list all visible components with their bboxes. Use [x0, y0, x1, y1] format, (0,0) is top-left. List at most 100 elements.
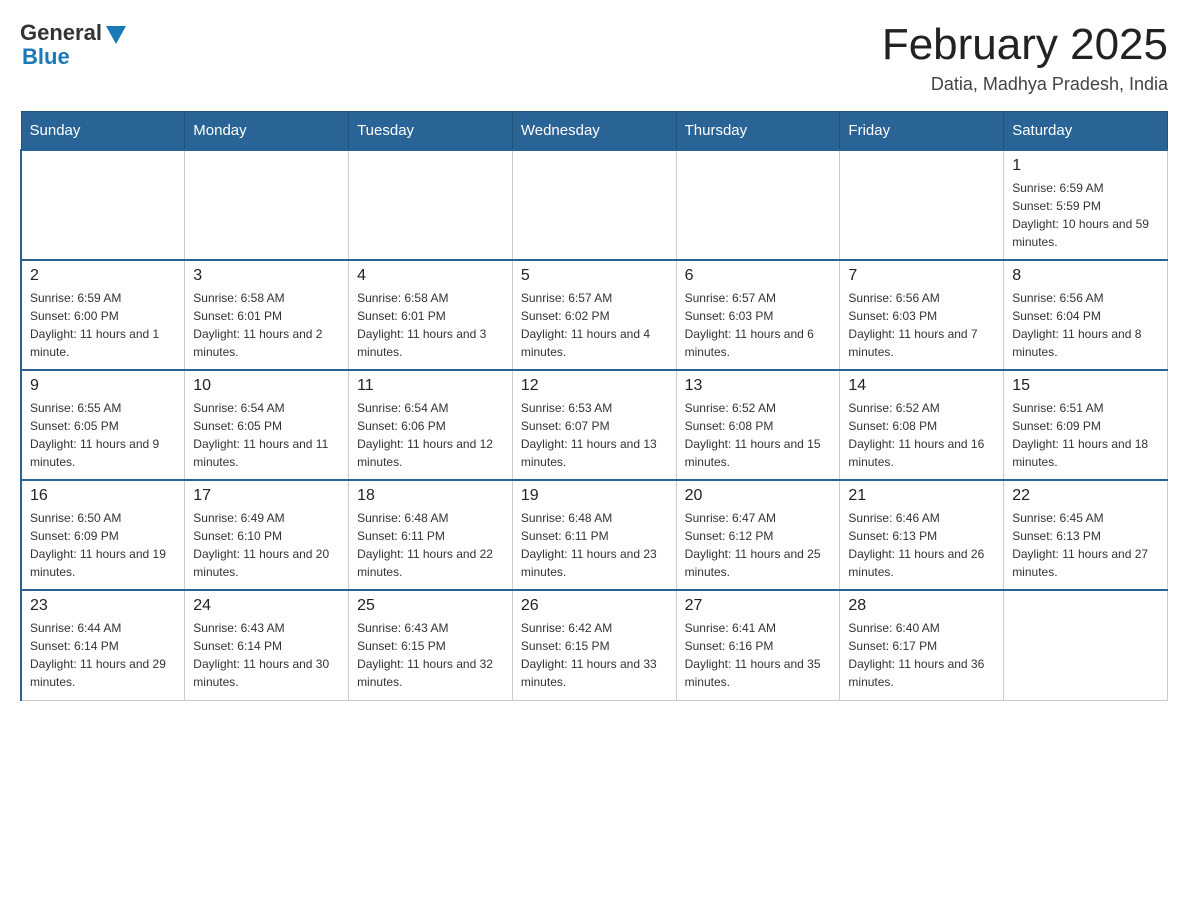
- day-info: Sunrise: 6:58 AMSunset: 6:01 PMDaylight:…: [357, 289, 504, 361]
- month-title: February 2025: [882, 20, 1168, 70]
- day-info: Sunrise: 6:57 AMSunset: 6:02 PMDaylight:…: [521, 289, 668, 361]
- logo-general-text: General: [20, 20, 102, 46]
- calendar-cell: 26Sunrise: 6:42 AMSunset: 6:15 PMDayligh…: [512, 590, 676, 700]
- calendar-cell: [840, 150, 1004, 260]
- weekday-header-friday: Friday: [840, 112, 1004, 151]
- day-number: 18: [357, 487, 504, 505]
- calendar-cell: 14 Sunrise: 6:52 AMSunset: 6:08 PMDayligh…: [840, 370, 1004, 480]
- calendar-cell: 7 Sunrise: 6:56 AMSunset: 6:03 PMDaylight…: [840, 260, 1004, 370]
- calendar-cell: 4 Sunrise: 6:58 AMSunset: 6:01 PMDaylight…: [349, 260, 513, 370]
- day-number: 2: [30, 267, 176, 285]
- calendar-cell: 16Sunrise: 6:50 AMSunset: 6:09 PMDayligh…: [21, 480, 185, 590]
- day-info: Sunrise: 6:43 AMSunset: 6:15 PMDaylight:…: [357, 619, 504, 691]
- calendar-cell: 22 Sunrise: 6:45 AMSunset: 6:13 PMDayligh…: [1004, 480, 1168, 590]
- day-number: 14: [848, 377, 995, 395]
- calendar-cell: 25 Sunrise: 6:43 AMSunset: 6:15 PMDayligh…: [349, 590, 513, 700]
- calendar-cell: 12 Sunrise: 6:53 AMSunset: 6:07 PMDayligh…: [512, 370, 676, 480]
- title-area: February 2025 Datia, Madhya Pradesh, Ind…: [882, 20, 1168, 95]
- day-number: 12: [521, 377, 668, 395]
- calendar-week-1: 1 Sunrise: 6:59 AMSunset: 5:59 PMDaylight…: [21, 150, 1168, 260]
- day-number: 28: [848, 597, 995, 615]
- day-number: 21: [848, 487, 995, 505]
- calendar-cell: 13Sunrise: 6:52 AMSunset: 6:08 PMDayligh…: [676, 370, 840, 480]
- calendar-cell: [676, 150, 840, 260]
- calendar-cell: [21, 150, 185, 260]
- calendar-cell: 8 Sunrise: 6:56 AMSunset: 6:04 PMDaylight…: [1004, 260, 1168, 370]
- day-number: 9: [30, 377, 176, 395]
- day-info: Sunrise: 6:59 AMSunset: 5:59 PMDaylight:…: [1012, 179, 1159, 251]
- calendar-cell: 27Sunrise: 6:41 AMSunset: 6:16 PMDayligh…: [676, 590, 840, 700]
- day-info: Sunrise: 6:56 AMSunset: 6:04 PMDaylight:…: [1012, 289, 1159, 361]
- calendar-cell: [349, 150, 513, 260]
- day-info: Sunrise: 6:59 AMSunset: 6:00 PMDaylight:…: [30, 289, 176, 361]
- calendar-cell: 9 Sunrise: 6:55 AMSunset: 6:05 PMDaylight…: [21, 370, 185, 480]
- day-number: 10: [193, 377, 340, 395]
- day-info: Sunrise: 6:57 AMSunset: 6:03 PMDaylight:…: [685, 289, 832, 361]
- day-info: Sunrise: 6:43 AMSunset: 6:14 PMDaylight:…: [193, 619, 340, 691]
- day-number: 22: [1012, 487, 1159, 505]
- weekday-header-sunday: Sunday: [21, 112, 185, 151]
- day-number: 20: [685, 487, 832, 505]
- calendar-cell: 18 Sunrise: 6:48 AMSunset: 6:11 PMDayligh…: [349, 480, 513, 590]
- calendar-week-2: 2 Sunrise: 6:59 AMSunset: 6:00 PMDaylight…: [21, 260, 1168, 370]
- calendar-cell: 1 Sunrise: 6:59 AMSunset: 5:59 PMDaylight…: [1004, 150, 1168, 260]
- day-number: 7: [848, 267, 995, 285]
- calendar-cell: 23 Sunrise: 6:44 AMSunset: 6:14 PMDayligh…: [21, 590, 185, 700]
- day-info: Sunrise: 6:48 AMSunset: 6:11 PMDaylight:…: [357, 509, 504, 581]
- calendar-cell: 19Sunrise: 6:48 AMSunset: 6:11 PMDayligh…: [512, 480, 676, 590]
- calendar-cell: 17 Sunrise: 6:49 AMSunset: 6:10 PMDayligh…: [185, 480, 349, 590]
- calendar-table: SundayMondayTuesdayWednesdayThursdayFrid…: [20, 111, 1168, 701]
- day-info: Sunrise: 6:53 AMSunset: 6:07 PMDaylight:…: [521, 399, 668, 471]
- day-number: 3: [193, 267, 340, 285]
- day-info: Sunrise: 6:51 AMSunset: 6:09 PMDaylight:…: [1012, 399, 1159, 471]
- day-info: Sunrise: 6:54 AMSunset: 6:05 PMDaylight:…: [193, 399, 340, 471]
- day-info: Sunrise: 6:44 AMSunset: 6:14 PMDaylight:…: [30, 619, 176, 691]
- calendar-cell: [1004, 590, 1168, 700]
- calendar-cell: 5 Sunrise: 6:57 AMSunset: 6:02 PMDaylight…: [512, 260, 676, 370]
- calendar-week-5: 23 Sunrise: 6:44 AMSunset: 6:14 PMDayligh…: [21, 590, 1168, 700]
- weekday-header-thursday: Thursday: [676, 112, 840, 151]
- calendar-cell: 24 Sunrise: 6:43 AMSunset: 6:14 PMDayligh…: [185, 590, 349, 700]
- logo: General Blue: [20, 20, 126, 70]
- day-number: 5: [521, 267, 668, 285]
- calendar-cell: 28 Sunrise: 6:40 AMSunset: 6:17 PMDayligh…: [840, 590, 1004, 700]
- day-number: 8: [1012, 267, 1159, 285]
- day-info: Sunrise: 6:52 AMSunset: 6:08 PMDaylight:…: [848, 399, 995, 471]
- day-number: 6: [685, 267, 832, 285]
- logo-blue-text: Blue: [20, 44, 70, 70]
- day-number: 25: [357, 597, 504, 615]
- location-title: Datia, Madhya Pradesh, India: [882, 74, 1168, 95]
- day-number: 27: [685, 597, 832, 615]
- day-number: 17: [193, 487, 340, 505]
- calendar-cell: 2 Sunrise: 6:59 AMSunset: 6:00 PMDaylight…: [21, 260, 185, 370]
- day-info: Sunrise: 6:56 AMSunset: 6:03 PMDaylight:…: [848, 289, 995, 361]
- day-number: 24: [193, 597, 340, 615]
- day-number: 23: [30, 597, 176, 615]
- day-info: Sunrise: 6:55 AMSunset: 6:05 PMDaylight:…: [30, 399, 176, 471]
- day-info: Sunrise: 6:40 AMSunset: 6:17 PMDaylight:…: [848, 619, 995, 691]
- calendar-cell: 3 Sunrise: 6:58 AMSunset: 6:01 PMDaylight…: [185, 260, 349, 370]
- day-info: Sunrise: 6:50 AMSunset: 6:09 PMDaylight:…: [30, 509, 176, 581]
- calendar-cell: [185, 150, 349, 260]
- calendar-cell: 20Sunrise: 6:47 AMSunset: 6:12 PMDayligh…: [676, 480, 840, 590]
- calendar-cell: 10 Sunrise: 6:54 AMSunset: 6:05 PMDayligh…: [185, 370, 349, 480]
- calendar-week-3: 9 Sunrise: 6:55 AMSunset: 6:05 PMDaylight…: [21, 370, 1168, 480]
- calendar-cell: 11Sunrise: 6:54 AMSunset: 6:06 PMDayligh…: [349, 370, 513, 480]
- day-info: Sunrise: 6:49 AMSunset: 6:10 PMDaylight:…: [193, 509, 340, 581]
- day-info: Sunrise: 6:52 AMSunset: 6:08 PMDaylight:…: [685, 399, 832, 471]
- weekday-header-tuesday: Tuesday: [349, 112, 513, 151]
- logo-triangle-icon: [106, 26, 126, 44]
- day-number: 4: [357, 267, 504, 285]
- calendar-cell: 6 Sunrise: 6:57 AMSunset: 6:03 PMDaylight…: [676, 260, 840, 370]
- calendar-cell: 15Sunrise: 6:51 AMSunset: 6:09 PMDayligh…: [1004, 370, 1168, 480]
- page-header: General Blue February 2025 Datia, Madhya…: [20, 20, 1168, 95]
- day-info: Sunrise: 6:58 AMSunset: 6:01 PMDaylight:…: [193, 289, 340, 361]
- weekday-header-monday: Monday: [185, 112, 349, 151]
- day-number: 11: [357, 377, 504, 395]
- calendar-cell: [512, 150, 676, 260]
- day-info: Sunrise: 6:45 AMSunset: 6:13 PMDaylight:…: [1012, 509, 1159, 581]
- calendar-header-row: SundayMondayTuesdayWednesdayThursdayFrid…: [21, 112, 1168, 151]
- day-info: Sunrise: 6:48 AMSunset: 6:11 PMDaylight:…: [521, 509, 668, 581]
- day-number: 1: [1012, 157, 1159, 175]
- calendar-week-4: 16Sunrise: 6:50 AMSunset: 6:09 PMDayligh…: [21, 480, 1168, 590]
